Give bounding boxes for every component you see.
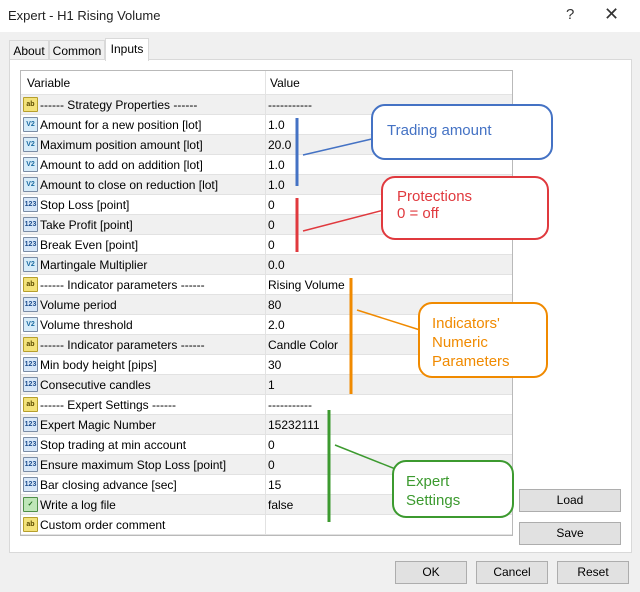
callout-expert-line-2: Settings	[406, 492, 461, 509]
annotation-overlay	[295, 118, 421, 522]
callout-trading-amount: Trading amount	[371, 104, 553, 160]
callout-indicators-line-1: Indicators'	[432, 315, 500, 332]
trading-pointer	[302, 137, 377, 156]
protections-pointer	[302, 209, 385, 232]
callout-expert-settings: Expert Settings	[392, 460, 514, 518]
tab-inputs[interactable]: Inputs	[105, 38, 149, 61]
callout-trading-line-1: Trading amount	[387, 122, 492, 139]
callout-indicators: Indicators' Numeric Parameters	[418, 302, 548, 378]
callout-protections-line-1: Protections	[397, 188, 473, 205]
expert-pointer	[334, 444, 399, 471]
callout-indicators-line-2: Numeric	[432, 334, 488, 351]
callout-protections-line-2: 0 = off	[397, 205, 439, 222]
callout-expert-line-1: Expert	[406, 473, 450, 490]
callout-indicators-line-3: Parameters	[432, 353, 510, 370]
callout-protections: Protections 0 = off	[381, 176, 549, 240]
indicators-pointer	[356, 309, 421, 331]
